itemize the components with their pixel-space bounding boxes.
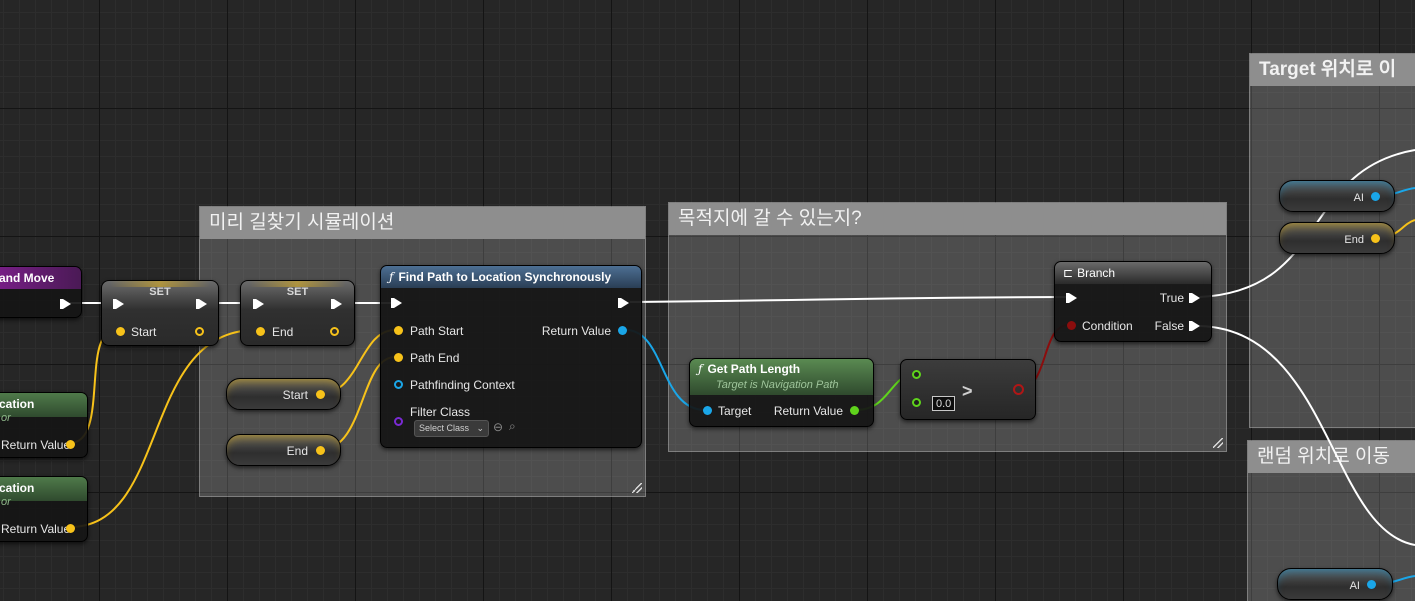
filter-class-label: Filter Class: [410, 405, 471, 419]
node-title: Branch: [1077, 266, 1116, 280]
branch-icon: ⊏: [1063, 266, 1074, 280]
comment-title[interactable]: 랜덤 위치로 이동: [1248, 441, 1415, 473]
branch-node[interactable]: ⊏ Branch True Condition False: [1054, 261, 1212, 342]
float-a-pin[interactable]: [912, 370, 921, 379]
node-header: ƒ Find Path to Location Synchronously: [381, 266, 641, 288]
exec-true-pin[interactable]: [1189, 293, 1200, 303]
variable-label: AI: [1349, 580, 1360, 592]
node-title: cation: [0, 397, 35, 411]
set-title: SET: [149, 286, 171, 298]
exec-false-pin[interactable]: [1189, 321, 1200, 331]
path-start-pin[interactable]: [394, 326, 403, 335]
exec-out-pin[interactable]: [618, 298, 629, 308]
function-icon: ƒ: [698, 362, 703, 376]
resize-handle-icon[interactable]: [632, 483, 642, 493]
float-b-value-input[interactable]: 0.0: [932, 396, 956, 411]
node-header: ⊏ Branch: [1055, 262, 1211, 284]
filter-class-pin[interactable]: [394, 417, 403, 426]
get-path-length-node[interactable]: ƒ Get Path Length Target is Navigation Pa…: [689, 358, 874, 427]
start-value-pin[interactable]: [316, 390, 325, 399]
node-title: and Move: [0, 271, 55, 285]
greater-than-operator: >: [962, 381, 973, 401]
exec-out-pin[interactable]: [196, 299, 207, 309]
return-value-pin[interactable]: [618, 326, 627, 335]
blueprint-graph-canvas[interactable]: 미리 길찾기 시뮬레이션 목적지에 갈 수 있는지? Target 위치로 이 …: [0, 0, 1415, 601]
node-header: cation: [0, 477, 87, 501]
return-value-pin[interactable]: [66, 524, 75, 533]
end-in-pin[interactable]: [256, 327, 265, 336]
get-location-node-2[interactable]: cation or Return Value: [0, 476, 88, 542]
return-value-label: Return Value: [541, 324, 611, 338]
set-start-node[interactable]: SET Start: [101, 280, 219, 346]
start-pin-label: Start: [131, 325, 157, 339]
end-value-pin[interactable]: [1371, 234, 1380, 243]
get-start-variable-node[interactable]: Start: [226, 378, 341, 410]
event-node-partial[interactable]: and Move: [0, 266, 82, 318]
function-icon: ƒ: [389, 270, 394, 284]
node-subtitle: or: [1, 496, 11, 508]
node-subtitle: Target is Navigation Path: [716, 379, 839, 391]
start-in-pin[interactable]: [116, 327, 125, 336]
return-value-label: Return Value: [1, 438, 71, 452]
node-title: Find Path to Location Synchronously: [398, 270, 612, 284]
get-location-node-1[interactable]: cation or Return Value: [0, 392, 88, 458]
node-subtitle: or: [1, 412, 11, 424]
use-selected-icon[interactable]: ⊖: [493, 420, 503, 434]
node-title: cation: [0, 481, 35, 495]
variable-label: End: [1344, 234, 1364, 246]
get-end-variable-node-right[interactable]: End: [1279, 222, 1395, 254]
ai-value-pin[interactable]: [1367, 580, 1376, 589]
float-greater-node[interactable]: 0.0 >: [900, 359, 1036, 420]
comment-title[interactable]: 미리 길찾기 시뮬레이션: [200, 207, 645, 239]
return-value-pin[interactable]: [850, 406, 859, 415]
path-start-label: Path Start: [410, 324, 464, 338]
exec-in-pin[interactable]: [1066, 293, 1077, 303]
exec-out-pin[interactable]: [331, 299, 342, 309]
path-end-label: Path End: [410, 351, 460, 365]
return-value-label: Return Value: [1, 522, 71, 536]
node-header: cation: [0, 393, 87, 417]
exec-in-pin[interactable]: [113, 299, 124, 309]
variable-label: Start: [282, 388, 308, 402]
get-end-variable-node[interactable]: End: [226, 434, 341, 466]
browse-search-icon[interactable]: ⌕: [509, 419, 516, 434]
start-out-pin[interactable]: [195, 327, 204, 336]
variable-label: AI: [1353, 192, 1364, 204]
ai-value-pin[interactable]: [1371, 192, 1380, 201]
return-value-label: Return Value: [773, 404, 843, 418]
comment-title[interactable]: Target 위치로 이: [1250, 54, 1415, 86]
false-label: False: [1154, 319, 1184, 333]
resize-handle-icon[interactable]: [1213, 438, 1223, 448]
get-ai-variable-node[interactable]: AI: [1279, 180, 1395, 212]
set-title: SET: [286, 286, 309, 298]
set-end-node[interactable]: SET End: [240, 280, 355, 346]
path-end-pin[interactable]: [394, 353, 403, 362]
select-class-value: Select Class: [419, 423, 470, 433]
condition-pin[interactable]: [1067, 321, 1076, 330]
target-pin[interactable]: [703, 406, 712, 415]
end-value-pin[interactable]: [316, 446, 325, 455]
node-title: Get Path Length: [707, 362, 801, 376]
find-path-to-location-node[interactable]: ƒ Find Path to Location Synchronously Pat…: [380, 265, 642, 448]
target-label: Target: [718, 404, 752, 418]
pathfinding-context-pin[interactable]: [394, 380, 403, 389]
condition-label: Condition: [1082, 319, 1133, 333]
comment-title[interactable]: 목적지에 갈 수 있는지?: [669, 203, 1226, 235]
true-label: True: [1159, 291, 1184, 305]
end-out-pin[interactable]: [330, 327, 339, 336]
pathfinding-context-label: Pathfinding Context: [410, 378, 515, 392]
exec-in-pin[interactable]: [391, 298, 402, 308]
exec-out-pin[interactable]: [60, 299, 71, 309]
select-class-dropdown[interactable]: Select Class ⌄: [414, 420, 489, 437]
variable-label: End: [286, 444, 308, 458]
return-value-pin[interactable]: [66, 440, 75, 449]
node-header: and Move: [0, 267, 81, 289]
float-b-pin[interactable]: [912, 398, 921, 407]
end-pin-label: End: [272, 325, 294, 339]
get-ai-variable-node-bottom[interactable]: AI: [1277, 568, 1393, 600]
chevron-down-icon: ⌄: [476, 423, 484, 433]
boolean-result-pin[interactable]: [1013, 384, 1024, 395]
exec-in-pin[interactable]: [253, 299, 264, 309]
